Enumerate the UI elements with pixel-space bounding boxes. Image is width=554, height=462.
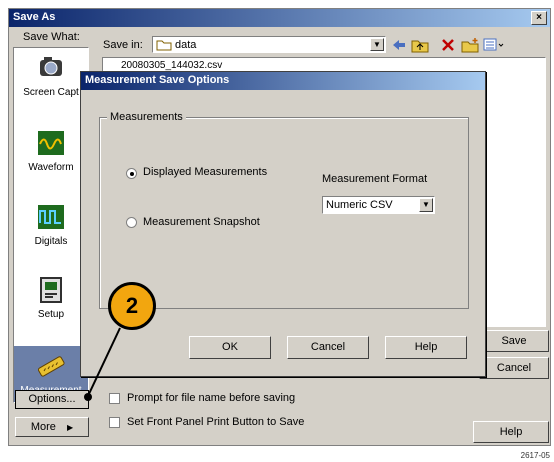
callout-badge: 2 <box>108 282 156 330</box>
callout-pointer <box>84 327 121 401</box>
figure-number: 2617-05 <box>520 451 550 460</box>
